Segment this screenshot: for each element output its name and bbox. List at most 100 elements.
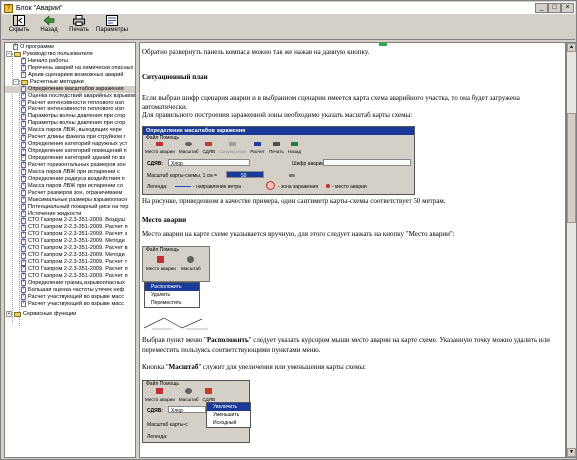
figure-button: Масштаб	[179, 388, 198, 404]
tree-topic[interactable]: Расчет участвующей во взрыве масс	[5, 300, 135, 308]
figure-map-fragment	[143, 317, 208, 330]
figure-scale-dialog: Определение масштабов заражения Файл Пом…	[142, 126, 415, 195]
figure-button: Расчет	[250, 142, 265, 156]
tree-item-label: Параметры волны давления при сгор	[28, 120, 126, 127]
tree-item-label: СТО Газпром 2-2.3-351-2009. Методи	[28, 238, 125, 245]
accident-place-icon	[326, 184, 330, 188]
maximize-button[interactable]: □	[548, 3, 561, 13]
figure-scale-field: 50	[226, 171, 264, 179]
back-button[interactable]: Назад	[34, 14, 64, 39]
printer-icon	[73, 15, 85, 26]
book-icon	[14, 311, 21, 317]
topic-pane[interactable]: Обратно развернуть панель компаса можно …	[139, 42, 566, 458]
help-page-icon	[21, 300, 26, 308]
tree-item-label: Расчет интенсивности теплового изл	[28, 106, 124, 113]
tree-item-label: Определение границ взрывоопасных	[28, 279, 125, 286]
scroll-thumb[interactable]	[567, 113, 576, 223]
close-button[interactable]: ×	[561, 3, 574, 13]
tree-folder[interactable]: + Сервисные функции	[5, 311, 135, 318]
app-icon: ?	[4, 3, 13, 13]
figure-button: Печать	[269, 142, 284, 156]
tree-item-label: Потенциальный пожарный риск на тер	[28, 203, 129, 210]
print-label: Печать	[69, 27, 89, 33]
window-title: Блок "Аварии"	[16, 4, 63, 12]
figure-caption: Определение масштабов заражения	[143, 127, 414, 135]
scroll-up-arrow-icon[interactable]: ▲	[567, 43, 576, 52]
figure-popup-menu: Расположить Удалить Переместить	[144, 282, 200, 308]
figure-code-field	[323, 159, 411, 166]
paragraph: Обратно развернуть панель компаса можно …	[142, 48, 370, 56]
figure-button: Назад	[288, 142, 301, 156]
toolbar: Скрыть Назад Печать Параметры	[2, 14, 575, 40]
help-window: ? Блок "Аварии" _ □ × Скрыть Назад Печат…	[0, 0, 577, 460]
heading-situation-plan: Ситуационный план	[142, 73, 208, 81]
figure-scale-label: Масштаб карты-с	[147, 422, 188, 428]
tree-item-label: Масса паров ЛВЖ при испарении со	[28, 182, 123, 189]
paragraph: На рисунке, приведенном в качестве приме…	[142, 197, 446, 205]
tree-item-label: Определение масштабов заражения	[28, 85, 124, 92]
params-button[interactable]: Параметры	[94, 14, 130, 39]
tree-item-label: Расчет размеров зон, ограничиваем	[28, 189, 123, 196]
scroll-down-arrow-icon[interactable]: ▼	[567, 448, 576, 457]
tree-item-label: СТО Газпром 2-2.3-351-2009. Расчет т	[28, 259, 128, 266]
heading-accident-place: Место аварии	[142, 216, 187, 224]
legend-wind: - направление ветра	[193, 184, 241, 190]
figure-toolbar: Место аварии Масштаб СДЯВ Ситуац.план Ра…	[143, 142, 414, 156]
figure-sdyav-label: СДЯВ:	[147, 161, 163, 167]
green-marker-icon	[379, 43, 387, 46]
tree-item-label: Масса паров ЛВЖ при испарении с	[28, 168, 120, 175]
wind-line-icon	[175, 186, 191, 187]
tree-topic[interactable]: О программе	[5, 43, 135, 51]
figure-button: Место аварии	[145, 142, 175, 156]
tree-item-label: Определение категорий помещений п	[28, 148, 127, 155]
back-label: Назад	[40, 27, 58, 33]
tree-item-label: СТО Газпром 2-2.3-351-2009. Воздуш	[28, 217, 126, 224]
figure-button: Масштаб	[181, 256, 201, 273]
tree-item-label: Руководство пользователя	[23, 50, 93, 57]
figure-menu: Файл Помощь	[146, 247, 179, 253]
paragraph: Место аварии на карте схеме указывается …	[142, 230, 455, 238]
tree-item-label: Определение категорий зданий по вз	[28, 155, 125, 161]
hide-icon	[13, 15, 25, 26]
figure-scale-unit: км	[289, 173, 295, 179]
legend-zone: - зона заражения	[278, 184, 319, 190]
figure-legend-label: Легенда:	[147, 434, 168, 440]
tree-item-label: О программе	[20, 44, 55, 50]
hide-label: Скрыть	[8, 27, 30, 33]
params-label: Параметры	[96, 27, 128, 33]
figure-code-label: Шифр аварии:	[292, 161, 326, 167]
tree-item-label: Определение радиуса воздействия п	[28, 175, 125, 182]
tree-item-label: СТО Газпром 2-2.3-351-2009. Расчет п	[28, 272, 128, 279]
figure-sdyav-label: СДЯВ:	[147, 408, 163, 414]
tree-item-label: Расчет участвующей во взрыве масс	[28, 300, 124, 307]
minimize-button[interactable]: _	[535, 3, 548, 13]
tree-topic[interactable]: Архив сценариев возможных аварий	[5, 71, 135, 79]
book-icon	[14, 51, 21, 57]
zone-icon	[266, 181, 275, 190]
expand-toggle-icon[interactable]: +	[6, 311, 12, 318]
topic-scrollbar[interactable]: ▲ ▼	[566, 42, 577, 458]
figure-button: Место аварии	[145, 388, 175, 404]
figure-sdyav-field: Хлор	[168, 159, 250, 167]
figure-scale-label: Масштаб карты-схемы, 1 см =	[147, 173, 218, 179]
figure-sdyav-field: Хлор	[168, 406, 206, 414]
help-page-icon	[13, 43, 18, 51]
hide-button[interactable]: Скрыть	[4, 14, 34, 39]
tree-item-label: СТО Газпром 2-2.3-351-2009. Расчет в	[28, 245, 128, 252]
tree-item-label: Расчет горизонтальных размеров зон	[28, 161, 126, 168]
print-button[interactable]: Печать	[64, 14, 94, 39]
tree-item-label: Большая оценка частоты утечек неф	[28, 286, 125, 293]
expand-toggle-icon[interactable]: −	[13, 79, 19, 86]
legend-place: - место аварии	[332, 184, 367, 190]
expand-toggle-icon[interactable]: −	[6, 51, 12, 58]
tree-item-label: Перечень аварий на химически опасных	[28, 64, 134, 71]
paragraph-scale-button: Кнопка "Масштаб" служит для увеличения и…	[142, 363, 366, 371]
tree-item-label: Расчет интенсивности теплового изл	[28, 99, 124, 106]
figure-scale-menu: Файл Помощь Место аварии Масштаб СДЯВ СД…	[142, 380, 251, 443]
tree-item-label: Сервисные функции	[23, 310, 77, 317]
contents-tree-pane[interactable]: О программе − Руководство пользователяНача…	[4, 42, 136, 458]
tree-item-label: Истечение жидкости	[28, 210, 82, 217]
figure-button: Место аварии	[146, 256, 176, 273]
tree-item-label: Оценка последствий аварийных взрывов	[28, 92, 136, 99]
paragraph-place-menu: Выбрав пункт меню "Расположить" следует …	[142, 336, 550, 354]
